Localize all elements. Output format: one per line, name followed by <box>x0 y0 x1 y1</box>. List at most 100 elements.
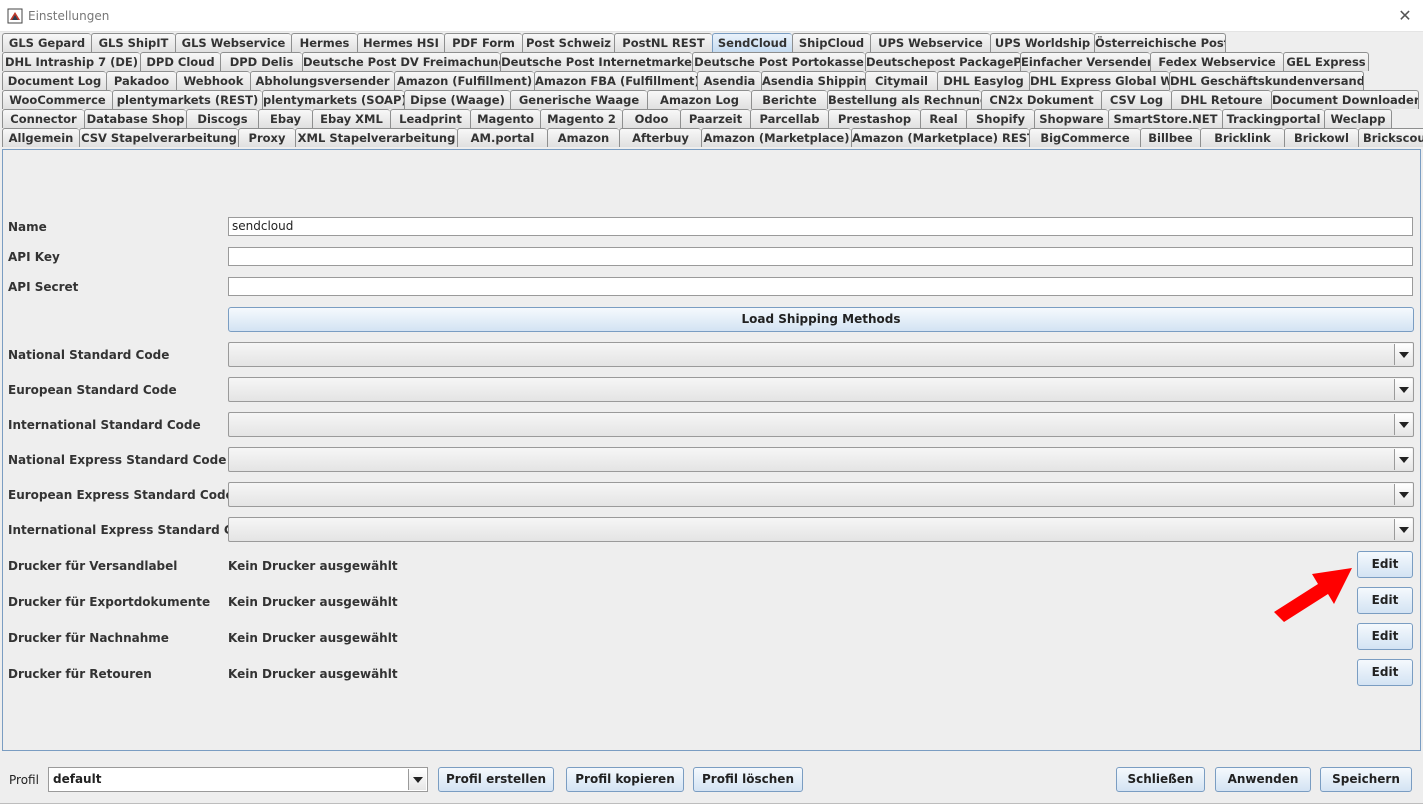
edit-printer-nachnahme-button[interactable]: Edit <box>1357 623 1413 650</box>
tab-brickowl[interactable]: Brickowl <box>1284 128 1358 147</box>
api-secret-input[interactable] <box>228 277 1413 296</box>
tab-bricklink[interactable]: Bricklink <box>1200 128 1284 147</box>
tab-shipcloud[interactable]: ShipCloud <box>792 33 870 52</box>
delete-profile-button[interactable]: Profil löschen <box>693 767 803 792</box>
tab-ebay-xml[interactable]: Ebay XML <box>312 109 390 128</box>
tab-dhl-intraship-7-de[interactable]: DHL Intraship 7 (DE) <box>2 52 140 71</box>
tab-dhl-express-global-ws[interactable]: DHL Express Global WS <box>1029 71 1169 90</box>
tab-dpd-cloud[interactable]: DPD Cloud <box>140 52 220 71</box>
tab-abholungsversender[interactable]: Abholungsversender <box>250 71 394 90</box>
tab-billbee[interactable]: Billbee <box>1140 128 1200 147</box>
tab-gls-shipit[interactable]: GLS ShipIT <box>91 33 175 52</box>
tab-cn2x-dokument[interactable]: CN2x Dokument <box>981 90 1101 109</box>
tab-dpd-delis[interactable]: DPD Delis <box>220 52 302 71</box>
tab-amazon-fba-fulfillment[interactable]: Amazon FBA (Fulfillment) <box>534 71 697 90</box>
combo-international-standard[interactable] <box>228 412 1414 437</box>
tab-amazon-log[interactable]: Amazon Log <box>647 90 751 109</box>
tab-sendcloud[interactable]: SendCloud <box>712 33 792 52</box>
tab-deutsche-post-portokasse[interactable]: Deutsche Post Portokasse <box>692 52 865 71</box>
edit-printer-exportdokumente-button[interactable]: Edit <box>1357 587 1413 614</box>
tab-bestellung-als-rechnung[interactable]: Bestellung als Rechnung <box>827 90 981 109</box>
tab-plentymarkets-soap[interactable]: plentymarkets (SOAP) <box>262 90 404 109</box>
tab-deutsche-post-dv-freimachung[interactable]: Deutsche Post DV Freimachung <box>302 52 500 71</box>
edit-printer-retouren-button[interactable]: Edit <box>1357 659 1413 686</box>
tab-am-portal[interactable]: AM.portal <box>457 128 547 147</box>
tab-document-downloader[interactable]: Document Downloader <box>1271 90 1419 109</box>
chevron-down-icon[interactable] <box>408 769 426 790</box>
tab-odoo[interactable]: Odoo <box>622 109 680 128</box>
tab-asendia[interactable]: Asendia <box>697 71 761 90</box>
chevron-down-icon[interactable] <box>1394 449 1412 470</box>
tab-amazon[interactable]: Amazon <box>547 128 619 147</box>
create-profile-button[interactable]: Profil erstellen <box>438 767 554 792</box>
tab-real[interactable]: Real <box>920 109 966 128</box>
tab-hermes-hsi[interactable]: Hermes HSI <box>357 33 444 52</box>
load-shipping-methods-button[interactable]: Load Shipping Methods <box>228 307 1414 332</box>
tab-post-schweiz[interactable]: Post Schweiz <box>522 33 614 52</box>
tab-fedex-webservice[interactable]: Fedex Webservice <box>1150 52 1283 71</box>
tab-allgemein[interactable]: Allgemein <box>2 128 79 147</box>
tab-magento-2[interactable]: Magento 2 <box>540 109 622 128</box>
tab-österreichische-post[interactable]: Österreichische Post <box>1094 33 1226 52</box>
tab-asendia-shipping[interactable]: Asendia Shipping <box>761 71 865 90</box>
edit-printer-versandlabel-button[interactable]: Edit <box>1357 551 1413 578</box>
tab-postnl-rest[interactable]: PostNL REST <box>614 33 712 52</box>
tab-afterbuy[interactable]: Afterbuy <box>619 128 701 147</box>
tab-shopware[interactable]: Shopware <box>1034 109 1108 128</box>
close-button[interactable]: Schließen <box>1116 767 1205 792</box>
chevron-down-icon[interactable] <box>1394 519 1412 540</box>
combo-international-express[interactable] <box>228 517 1414 542</box>
chevron-down-icon[interactable] <box>1394 379 1412 400</box>
tab-gel-express[interactable]: GEL Express <box>1283 52 1369 71</box>
tab-xml-stapelverarbeitung[interactable]: XML Stapelverarbeitung <box>295 128 457 147</box>
tab-berichte[interactable]: Berichte <box>751 90 827 109</box>
tab-deutsche-post-internetmarke[interactable]: Deutsche Post Internetmarke <box>500 52 692 71</box>
tab-proxy[interactable]: Proxy <box>238 128 295 147</box>
combo-national-express[interactable] <box>228 447 1414 472</box>
profile-select[interactable]: default <box>48 767 428 792</box>
tab-pakadoo[interactable]: Pakadoo <box>106 71 176 90</box>
copy-profile-button[interactable]: Profil kopieren <box>566 767 684 792</box>
tab-dhl-retoure[interactable]: DHL Retoure <box>1171 90 1271 109</box>
tab-document-log[interactable]: Document Log <box>2 71 106 90</box>
tab-bigcommerce[interactable]: BigCommerce <box>1029 128 1140 147</box>
tab-magento[interactable]: Magento <box>470 109 540 128</box>
tab-webhook[interactable]: Webhook <box>176 71 250 90</box>
combo-european-standard[interactable] <box>228 377 1414 402</box>
chevron-down-icon[interactable] <box>1394 484 1412 505</box>
tab-citymail[interactable]: Citymail <box>865 71 937 90</box>
chevron-down-icon[interactable] <box>1394 414 1412 435</box>
combo-european-express[interactable] <box>228 482 1414 507</box>
tab-database-shop[interactable]: Database Shop <box>84 109 186 128</box>
tab-prestashop[interactable]: Prestashop <box>828 109 920 128</box>
tab-leadprint[interactable]: Leadprint <box>390 109 470 128</box>
tab-dipse-waage[interactable]: Dipse (Waage) <box>404 90 510 109</box>
combo-national-standard[interactable] <box>228 342 1414 367</box>
close-icon[interactable]: ✕ <box>1395 6 1415 26</box>
tab-weclapp[interactable]: Weclapp <box>1324 109 1392 128</box>
tab-ups-worldship[interactable]: UPS Worldship <box>990 33 1094 52</box>
tab-brickscout[interactable]: Brickscout <box>1358 128 1423 147</box>
tab-plentymarkets-rest[interactable]: plentymarkets (REST) <box>112 90 262 109</box>
tab-gls-webservice[interactable]: GLS Webservice <box>175 33 291 52</box>
tab-ebay[interactable]: Ebay <box>258 109 312 128</box>
tab-parcellab[interactable]: Parcellab <box>750 109 828 128</box>
tab-pdf-form[interactable]: PDF Form <box>444 33 522 52</box>
tab-trackingportal[interactable]: Trackingportal <box>1222 109 1324 128</box>
tab-dhl-easylog[interactable]: DHL Easylog <box>937 71 1029 90</box>
name-input[interactable]: sendcloud <box>228 217 1413 236</box>
save-button[interactable]: Speichern <box>1320 767 1412 792</box>
tab-hermes[interactable]: Hermes <box>291 33 357 52</box>
tab-ups-webservice[interactable]: UPS Webservice <box>870 33 990 52</box>
tab-woocommerce[interactable]: WooCommerce <box>2 90 112 109</box>
tab-gls-gepard[interactable]: GLS Gepard <box>2 33 91 52</box>
tab-csv-stapelverarbeitung[interactable]: CSV Stapelverarbeitung <box>79 128 238 147</box>
tab-generische-waage[interactable]: Generische Waage <box>510 90 647 109</box>
tab-amazon-marketplace-rest[interactable]: Amazon (Marketplace) REST <box>851 128 1029 147</box>
tab-paarzeit[interactable]: Paarzeit <box>680 109 750 128</box>
tab-dhl-geschäftskundenversand[interactable]: DHL Geschäftskundenversand <box>1169 71 1364 90</box>
tab-deutschepost-packageplus[interactable]: Deutschepost PackagePlus <box>865 52 1020 71</box>
tab-discogs[interactable]: Discogs <box>186 109 258 128</box>
api-key-input[interactable] <box>228 247 1413 266</box>
tab-amazon-marketplace[interactable]: Amazon (Marketplace) <box>701 128 851 147</box>
